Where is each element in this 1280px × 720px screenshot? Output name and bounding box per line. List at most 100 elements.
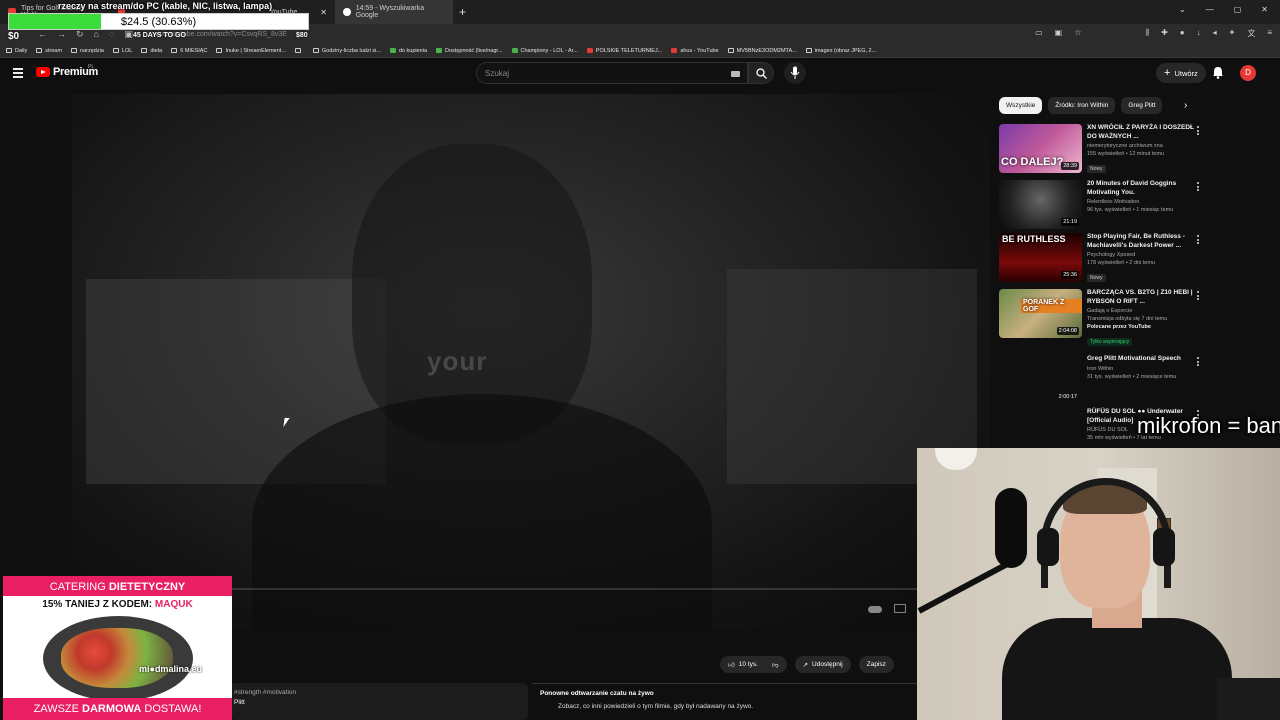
recommendation-item[interactable]: PORANEK Z GOF 2:04:08 BARCZĄCA VS. B2TG … bbox=[999, 289, 1204, 351]
bookmark-item[interactable]: Daily bbox=[6, 48, 27, 54]
back-icon[interactable]: ← bbox=[38, 29, 47, 40]
bookmark-item[interactable]: Championy - LOL - Ar... bbox=[511, 47, 578, 54]
bookmark-item[interactable]: LOL bbox=[112, 48, 132, 54]
bookmark-label: Dostępność (live/nagr... bbox=[445, 47, 503, 54]
screen: Tips for Golf Stance Width YouTube ✕ 14:… bbox=[0, 0, 1280, 720]
video-thumbnail[interactable]: CO DALEJ? 28:39 bbox=[999, 124, 1082, 173]
like-count[interactable]: 10 tys. bbox=[739, 661, 758, 668]
create-button[interactable]: + Utwórz bbox=[1156, 63, 1206, 83]
search-button[interactable] bbox=[748, 62, 774, 84]
channel-name[interactable]: Psychology Xposed bbox=[1087, 252, 1195, 258]
video-thumbnail[interactable]: BE RUTHLESS 25:36 bbox=[999, 233, 1082, 282]
description-channel: Plitt bbox=[234, 699, 245, 706]
webcam-headset-ear bbox=[1037, 528, 1059, 566]
chevron-right-icon[interactable]: › bbox=[1184, 100, 1187, 111]
channel-name[interactable]: Gadają o Esporcie bbox=[1087, 308, 1195, 314]
recommendation-title[interactable]: Stop Playing Fair, Be Ruthless - Machiav… bbox=[1087, 233, 1195, 250]
library-icon[interactable]: ⫼ bbox=[1145, 28, 1149, 39]
chip-iron-within[interactable]: Źródło: Iron Within bbox=[1048, 97, 1116, 114]
more-options-icon[interactable] bbox=[1197, 235, 1200, 246]
ad-logo: mi●dmalina.eu bbox=[139, 664, 202, 674]
screen-share-icon[interactable]: ▭ bbox=[1035, 28, 1043, 39]
bookmark-item[interactable]: narzędzia bbox=[71, 48, 104, 54]
extension-icon[interactable]: ✚ bbox=[1161, 28, 1168, 39]
close-window-icon[interactable]: ✕ bbox=[1261, 5, 1268, 14]
recommendation-item[interactable]: 21:19 20 Minutes of David Goggins Motiva… bbox=[999, 180, 1204, 234]
picture-in-picture-icon[interactable]: ▣ bbox=[1055, 28, 1063, 39]
bookmark-item[interactable]: MV5BNzE3ODM2MTA... bbox=[727, 48, 797, 54]
view-stats: 178 wyświetleń • 2 dni temu bbox=[1087, 260, 1155, 266]
forward-icon[interactable]: → bbox=[57, 29, 66, 40]
recommendation-item[interactable]: 2:00:17 Greg Plitt Motivational Speech I… bbox=[999, 355, 1204, 409]
lock-icon[interactable]: ▣ bbox=[124, 29, 133, 40]
close-tab-icon[interactable]: ✕ bbox=[320, 8, 327, 17]
video-thumbnail[interactable]: 21:19 bbox=[999, 180, 1082, 229]
search-input[interactable] bbox=[485, 67, 715, 80]
new-tab-icon[interactable]: + bbox=[453, 5, 472, 19]
chip-all[interactable]: Wszystkie bbox=[999, 97, 1043, 114]
bookmark-item[interactable]: Godziny-liczba ludzi si... bbox=[312, 48, 381, 54]
bookmark-item[interactable] bbox=[294, 48, 304, 53]
channel-name[interactable]: Relentless Motivation bbox=[1087, 199, 1195, 205]
like-icon[interactable]: 👍︎ bbox=[728, 661, 735, 669]
volume-icon[interactable]: ◂ bbox=[1213, 28, 1217, 39]
hamburger-menu-icon[interactable] bbox=[13, 68, 23, 78]
recommendation-item[interactable]: CO DALEJ? 28:39 XN WRÓCIŁ Z PARYŻA I DOS… bbox=[999, 124, 1204, 178]
shield-icon[interactable]: ◌ bbox=[109, 29, 114, 40]
chip-greg-plitt[interactable]: Greg Plitt bbox=[1121, 97, 1163, 114]
recommendation-item[interactable]: BE RUTHLESS 25:36 Stop Playing Fair, Be … bbox=[999, 233, 1204, 287]
keyboard-icon[interactable] bbox=[731, 71, 740, 77]
video-thumbnail[interactable]: 2:00:17 bbox=[999, 355, 1082, 404]
home-icon[interactable]: ⌂ bbox=[94, 29, 99, 40]
bookmark-item[interactable]: 6 MIESIĄC bbox=[171, 48, 207, 54]
autoplay-toggle[interactable] bbox=[868, 606, 882, 613]
more-options-icon[interactable] bbox=[1197, 357, 1200, 368]
subtitles-icon[interactable] bbox=[894, 604, 906, 613]
recommendation-title[interactable]: 20 Minutes of David Goggins Motivating Y… bbox=[1087, 180, 1195, 197]
star-icon[interactable]: ☆ bbox=[1074, 28, 1081, 39]
bookmark-item[interactable]: do kupienia bbox=[389, 48, 427, 54]
channel-name[interactable]: Iron Within bbox=[1087, 366, 1195, 372]
minimize-icon[interactable]: — bbox=[1206, 5, 1214, 14]
recommendation-title[interactable]: BARCZĄCA VS. B2TG | Z10 HEBI | RYBSON O … bbox=[1087, 289, 1195, 306]
ad-promo: 15% TANIEJ Z KODEM: MAQUK bbox=[3, 599, 232, 610]
more-options-icon[interactable] bbox=[1197, 182, 1200, 193]
tab-google[interactable]: 14:59 - Wyszukiwarka Google bbox=[335, 0, 453, 24]
recommendation-title[interactable]: Greg Plitt Motivational Speech bbox=[1087, 355, 1195, 364]
recommendation-meta: XN WRÓCIŁ Z PARYŻA I DOSZEDŁ DO WAŻNYCH … bbox=[1087, 124, 1195, 175]
bookmark-label: Championy - LOL - Ar... bbox=[520, 47, 578, 54]
bookmark-item[interactable]: dieta bbox=[141, 48, 162, 54]
bookmark-item[interactable]: ahus - YouTube bbox=[671, 48, 719, 54]
download-icon[interactable]: ↓ bbox=[1197, 28, 1201, 39]
video-player[interactable]: your bbox=[72, 94, 990, 630]
view-stats: 96 tys. wyświetleń • 1 miesiąc temu bbox=[1087, 207, 1174, 213]
notifications-bell-icon[interactable] bbox=[1212, 66, 1224, 79]
voice-search-button[interactable] bbox=[784, 62, 806, 84]
video-thumbnail[interactable]: PORANEK Z GOF 2:04:08 bbox=[999, 289, 1082, 338]
more-options-icon[interactable] bbox=[1197, 291, 1200, 302]
bookmark-item[interactable]: POLSKIE TELETURNIEJ... bbox=[586, 48, 662, 54]
share-button[interactable]: ↗ Udostępnij bbox=[794, 656, 851, 673]
folder-icon bbox=[112, 48, 119, 53]
save-button[interactable]: Zapisz bbox=[858, 656, 894, 673]
new-badge: Nowy bbox=[1087, 274, 1106, 282]
folder-icon bbox=[727, 48, 734, 53]
description-box[interactable]: #strength #motivation Plitt bbox=[230, 683, 528, 720]
bookmark-item[interactable]: Inuke | StreamElement... bbox=[216, 48, 286, 54]
more-options-icon[interactable] bbox=[1197, 126, 1200, 137]
dislike-icon[interactable]: 👎︎ bbox=[772, 661, 779, 669]
puzzle-icon[interactable]: ✦ bbox=[1229, 28, 1236, 39]
maximize-icon[interactable]: ▢ bbox=[1234, 5, 1242, 14]
bookmark-item[interactable]: stream bbox=[36, 48, 62, 54]
chat-replay-panel[interactable]: Ponowne odtwarzanie czatu na żywo Zobacz… bbox=[532, 683, 918, 720]
recommendation-title[interactable]: XN WRÓCIŁ Z PARYŻA I DOSZEDŁ DO WAŻNYCH … bbox=[1087, 124, 1195, 141]
channel-name[interactable]: niemerytoryczne archiwum xna bbox=[1087, 143, 1195, 149]
profile-icon[interactable]: ● bbox=[1180, 28, 1185, 39]
bookmark-item[interactable]: Dostępność (live/nagr... bbox=[436, 47, 503, 54]
chevron-down-icon[interactable]: ⌄ bbox=[1179, 5, 1186, 14]
avatar[interactable]: D bbox=[1240, 65, 1256, 81]
bookmark-item[interactable]: images (obraz JPEG, 2... bbox=[805, 48, 876, 54]
reload-icon[interactable]: ↻ bbox=[76, 29, 84, 40]
app-menu-icon[interactable]: ≡ bbox=[1267, 28, 1272, 39]
translate-icon[interactable]: 文 bbox=[1247, 28, 1255, 39]
